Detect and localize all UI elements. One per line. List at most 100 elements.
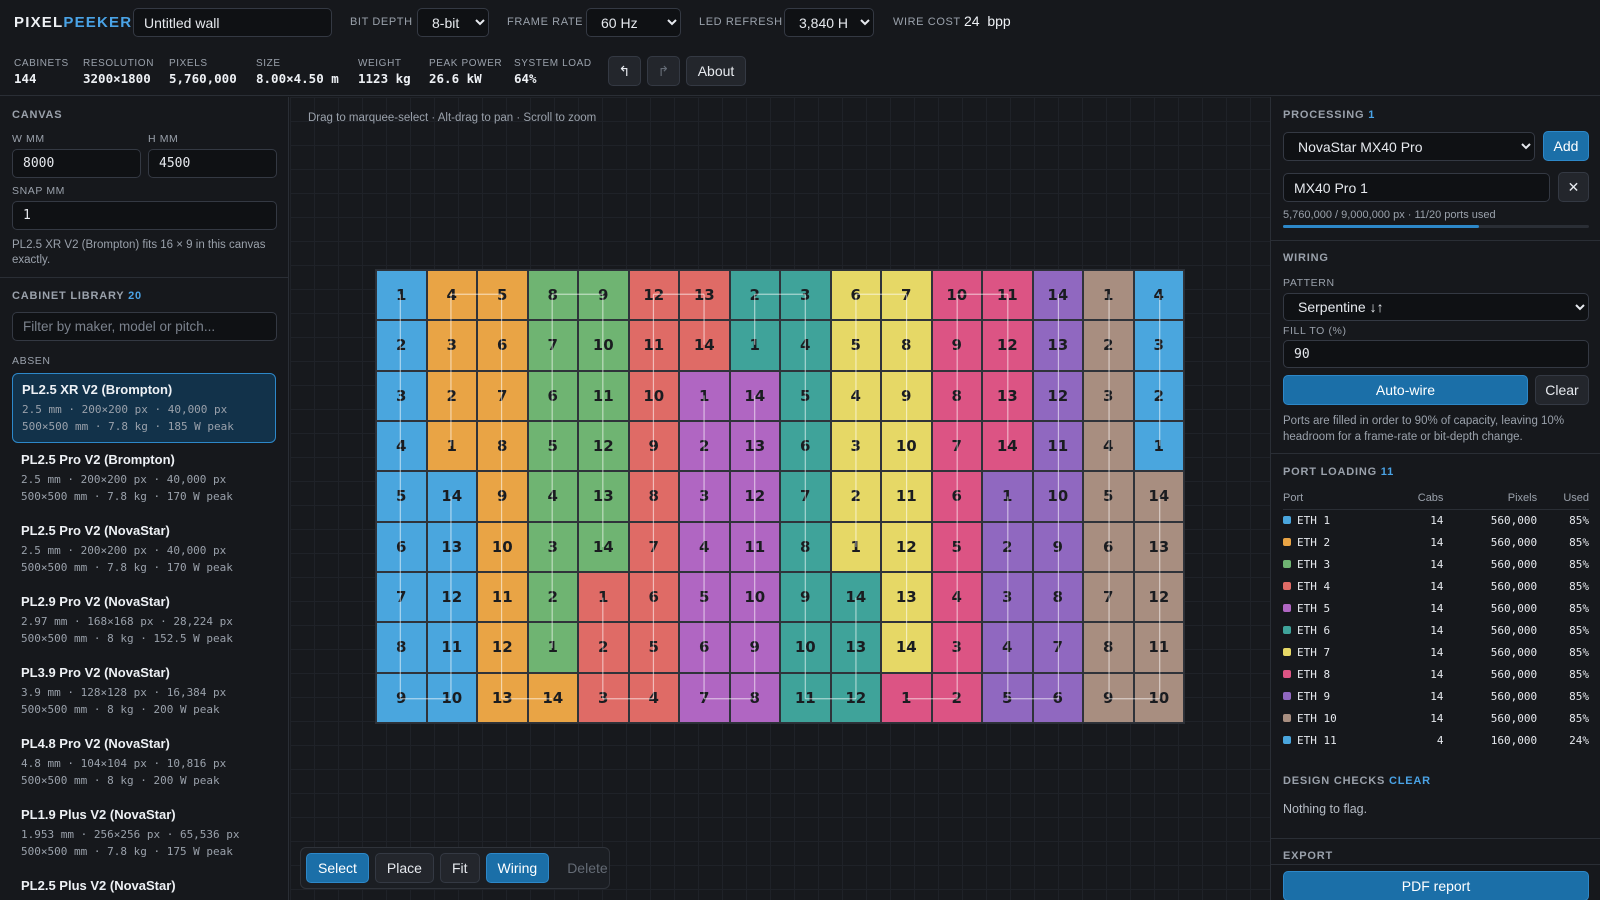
cabinet-tile[interactable]: 7 — [1032, 622, 1083, 673]
cabinet-tile[interactable]: 8 — [881, 320, 932, 371]
cabinet-tile[interactable]: 11 — [982, 270, 1033, 321]
cabinet-tile[interactable]: 3 — [982, 571, 1033, 623]
library-item[interactable]: PL2.5 XR V2 (Brompton) 2.5 mm · 200×200 p… — [12, 373, 276, 443]
fit-button[interactable]: Fit — [439, 853, 480, 883]
cabinet-tile[interactable]: 13 — [426, 521, 477, 572]
cabinet-tile[interactable]: 14 — [982, 420, 1033, 472]
cabinet-tile[interactable]: 9 — [578, 270, 629, 321]
cabinet-tile[interactable]: 10 — [780, 622, 831, 673]
cabinet-tile[interactable]: 1 — [1133, 420, 1184, 472]
cabinet-tile[interactable]: 10 — [1032, 471, 1083, 522]
pdf-report-button[interactable]: PDF report — [1283, 871, 1589, 900]
cabinet-tile[interactable]: 7 — [527, 320, 578, 371]
cabinet-tile[interactable]: 13 — [982, 370, 1033, 421]
cabinet-tile[interactable]: 14 — [729, 370, 780, 421]
cabinet-tile[interactable]: 2 — [679, 420, 730, 472]
cabinet-tile[interactable]: 4 — [830, 370, 881, 421]
cabinet-tile[interactable]: 6 — [780, 420, 831, 472]
cabinet-tile[interactable]: 3 — [1133, 320, 1184, 371]
cabinet-tile[interactable]: 10 — [628, 370, 679, 421]
cabinet-tile[interactable]: 10 — [729, 571, 780, 623]
cabinet-tile[interactable]: 6 — [830, 270, 881, 321]
cabinet-tile[interactable]: 8 — [376, 622, 427, 673]
auto-wire-button[interactable]: Auto-wire — [1283, 375, 1528, 405]
cabinet-tile[interactable]: 14 — [1133, 471, 1184, 522]
library-item[interactable]: PL3.9 Pro V2 (NovaStar) 3.9 mm · 128×128 … — [12, 657, 276, 727]
cabinet-tile[interactable]: 6 — [1083, 521, 1134, 572]
add-processor-button[interactable]: Add — [1543, 131, 1589, 161]
processor-model-select[interactable]: NovaStar MX40 Pro — [1283, 132, 1535, 161]
cabinet-tile[interactable]: 14 — [830, 571, 881, 623]
cabinet-tile[interactable]: 7 — [679, 672, 730, 723]
cabinet-tile[interactable]: 4 — [982, 622, 1033, 673]
cabinet-tile[interactable]: 11 — [780, 672, 831, 723]
led-refresh-select[interactable]: 3,840 Hz — [784, 8, 874, 37]
cabinet-tile[interactable]: 12 — [426, 571, 477, 623]
select-tool-button[interactable]: Select — [306, 853, 369, 883]
cabinet-tile[interactable]: 12 — [1133, 571, 1184, 623]
cabinet-tile[interactable]: 2 — [1133, 370, 1184, 421]
cabinet-tile[interactable]: 7 — [881, 270, 932, 321]
undo-button[interactable]: ↰ — [608, 56, 641, 86]
cabinet-tile[interactable]: 2 — [527, 571, 578, 623]
cabinet-tile[interactable]: 1 — [1083, 270, 1134, 321]
cabinet-tile[interactable]: 2 — [578, 622, 629, 673]
cabinet-tile[interactable]: 5 — [628, 622, 679, 673]
wiring-pattern-select[interactable]: Serpentine ↓↑ — [1283, 293, 1589, 321]
cabinet-tile[interactable]: 8 — [729, 672, 780, 723]
cabinet-tile[interactable]: 4 — [1083, 420, 1134, 472]
snap-input[interactable] — [12, 201, 277, 230]
cabinet-tile[interactable]: 12 — [830, 672, 881, 723]
cabinet-tile[interactable]: 4 — [426, 270, 477, 321]
cabinet-tile[interactable]: 4 — [679, 521, 730, 572]
cabinet-tile[interactable]: 6 — [931, 471, 982, 522]
cabinet-tile[interactable]: 1 — [982, 471, 1033, 522]
cabinet-tile[interactable]: 5 — [376, 471, 427, 522]
cabinet-tile[interactable]: 9 — [376, 672, 427, 723]
cabinet-tile[interactable]: 12 — [477, 622, 528, 673]
cabinet-tile[interactable]: 8 — [931, 370, 982, 421]
cabinet-tile[interactable]: 9 — [729, 622, 780, 673]
cabinet-tile[interactable]: 8 — [527, 270, 578, 321]
library-item[interactable]: PL2.5 Plus V2 (NovaStar) — [12, 870, 276, 900]
cabinet-tile[interactable]: 9 — [1083, 672, 1134, 723]
cabinet-tile[interactable]: 2 — [1083, 320, 1134, 371]
cabinet-tile[interactable]: 5 — [477, 270, 528, 321]
cabinet-tile[interactable]: 2 — [830, 471, 881, 522]
cabinet-tile[interactable]: 12 — [628, 270, 679, 321]
processor-name-input[interactable] — [1283, 173, 1550, 202]
cabinet-tile[interactable]: 5 — [679, 571, 730, 623]
cabinet-tile[interactable]: 12 — [1032, 370, 1083, 421]
cabinet-tile[interactable]: 10 — [881, 420, 932, 472]
library-filter-input[interactable] — [12, 312, 277, 341]
library-item[interactable]: PL2.9 Pro V2 (NovaStar) 2.97 mm · 168×168… — [12, 586, 276, 656]
cabinet-tile[interactable]: 7 — [628, 521, 679, 572]
cabinet-tile[interactable]: 5 — [780, 370, 831, 421]
cabinet-tile[interactable]: 1 — [426, 420, 477, 472]
cabinet-tile[interactable]: 13 — [1133, 521, 1184, 572]
cabinet-tile[interactable]: 14 — [527, 672, 578, 723]
cabinet-tile[interactable]: 10 — [477, 521, 528, 572]
cabinet-tile[interactable]: 1 — [679, 370, 730, 421]
cabinet-tile[interactable]: 11 — [477, 571, 528, 623]
cabinet-tile[interactable]: 7 — [780, 471, 831, 522]
cabinet-tile[interactable]: 9 — [628, 420, 679, 472]
cabinet-tile[interactable]: 4 — [780, 320, 831, 371]
cabinet-tile[interactable]: 14 — [881, 622, 932, 673]
cabinet-tile[interactable]: 3 — [780, 270, 831, 321]
cabinet-tile[interactable]: 13 — [881, 571, 932, 623]
cabinet-tile[interactable]: 10 — [426, 672, 477, 723]
cabinet-tile[interactable]: 4 — [527, 471, 578, 522]
cabinet-grid[interactable]: 1 4 5 8 9 12 13 2 3 6 7 10 11 14 1 4 2 3 6 7 10 11 14 1 4 5 8 9 12 13… — [375, 269, 1185, 724]
cabinet-tile[interactable]: 12 — [729, 471, 780, 522]
cabinet-tile[interactable]: 14 — [1032, 270, 1083, 321]
library-item[interactable]: PL4.8 Pro V2 (NovaStar) 4.8 mm · 104×104 … — [12, 728, 276, 798]
cabinet-tile[interactable]: 6 — [527, 370, 578, 421]
canvas-height-input[interactable] — [148, 149, 277, 178]
cabinet-tile[interactable]: 1 — [376, 270, 427, 321]
cabinet-tile[interactable]: 3 — [830, 420, 881, 472]
cabinet-tile[interactable]: 11 — [426, 622, 477, 673]
cabinet-tile[interactable]: 6 — [1032, 672, 1083, 723]
cabinet-tile[interactable]: 8 — [477, 420, 528, 472]
cabinet-tile[interactable]: 3 — [679, 471, 730, 522]
